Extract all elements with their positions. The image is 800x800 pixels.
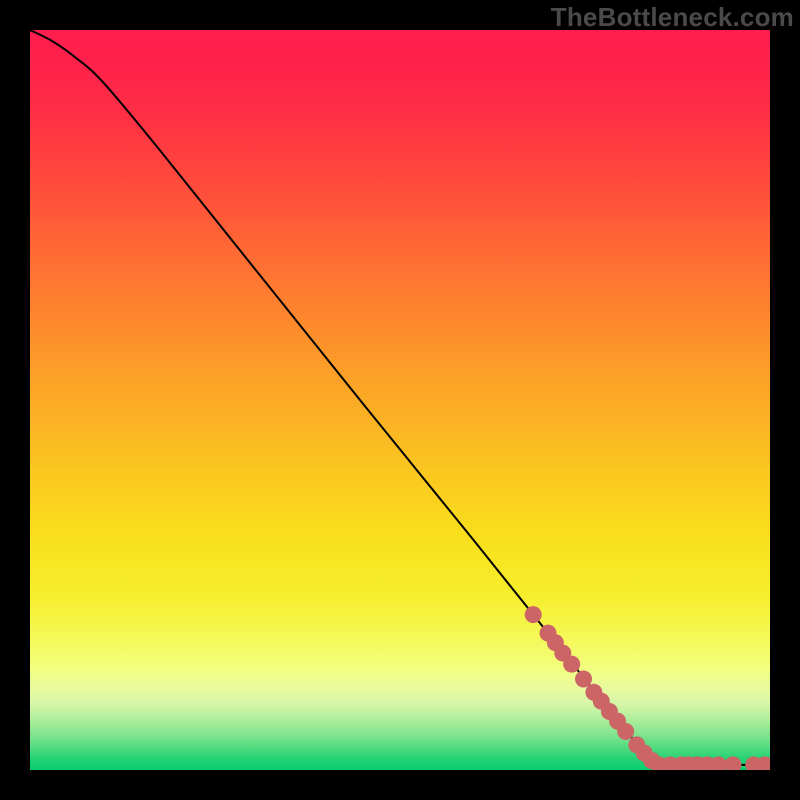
highlight-marker bbox=[617, 723, 634, 740]
highlight-marker bbox=[575, 670, 592, 687]
highlight-marker bbox=[525, 606, 542, 623]
watermark-label: TheBottleneck.com bbox=[551, 2, 794, 33]
plot-area bbox=[30, 30, 770, 770]
chart-svg bbox=[30, 30, 770, 770]
highlight-marker bbox=[563, 656, 580, 673]
chart-stage: TheBottleneck.com bbox=[0, 0, 800, 800]
chart-background bbox=[30, 30, 770, 770]
